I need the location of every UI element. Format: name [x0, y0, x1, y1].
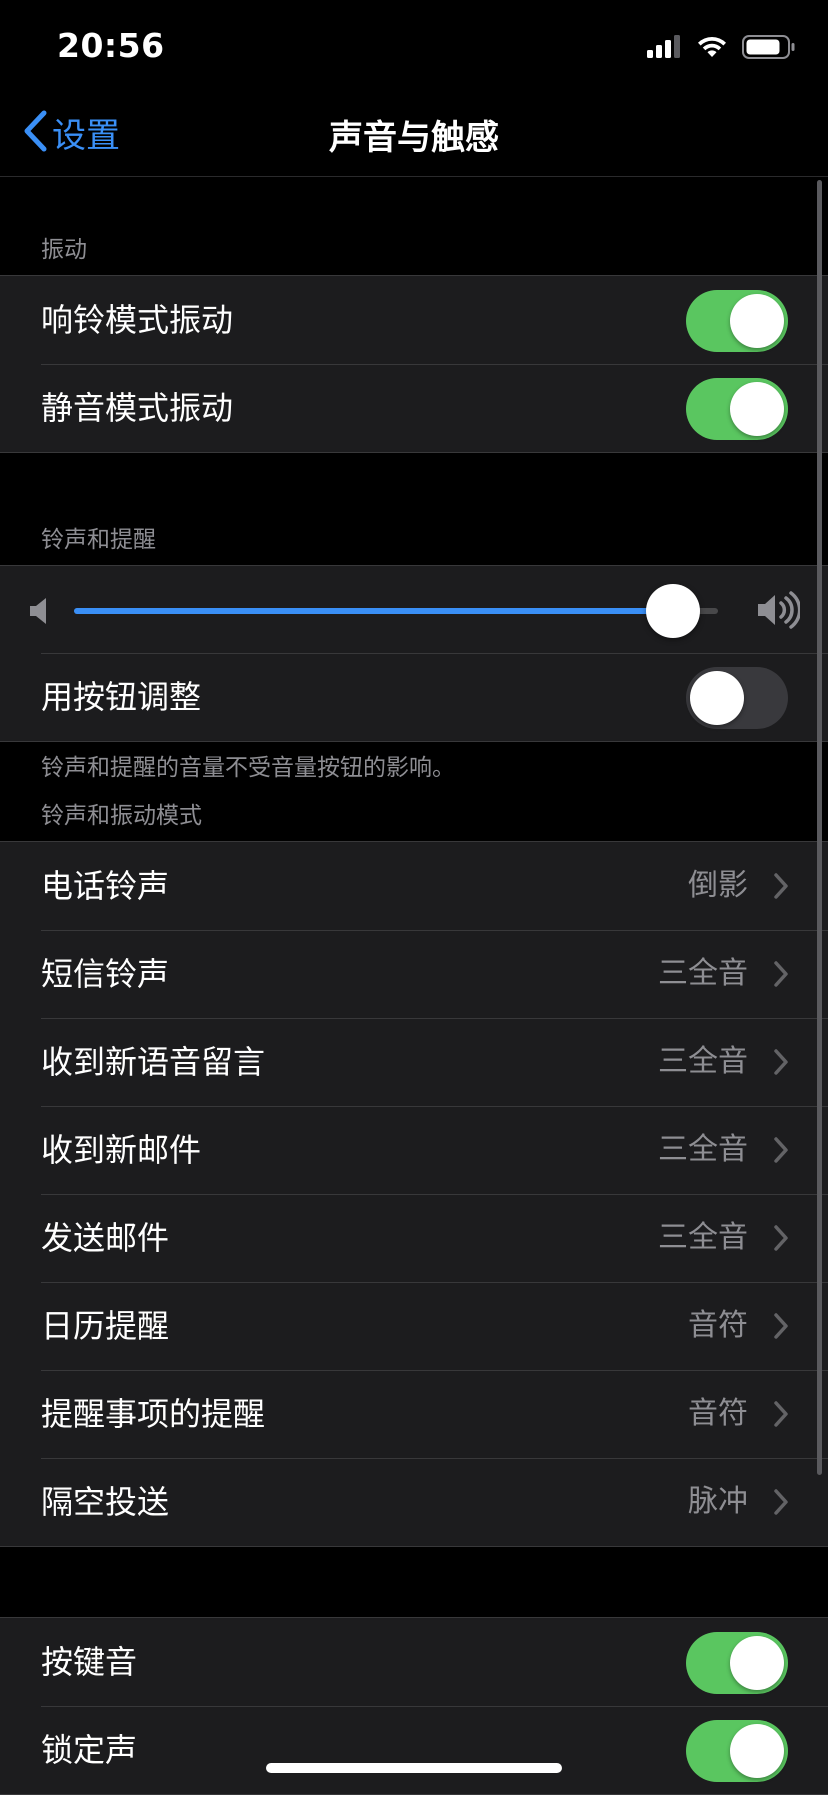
- row-label: 提醒事项的提醒: [41, 1395, 266, 1433]
- page-title: 声音与触感: [329, 118, 499, 158]
- row-new-mail[interactable]: 收到新邮件 三全音: [0, 1106, 828, 1194]
- volume-slider-row: [0, 566, 828, 653]
- row-ring-vibrate[interactable]: 响铃模式振动: [0, 276, 828, 364]
- chevron-right-icon: [774, 1401, 788, 1431]
- row-value: 三全音: [658, 956, 748, 991]
- home-indicator[interactable]: [266, 1763, 562, 1773]
- row-label: 收到新语音留言: [41, 1043, 266, 1081]
- chevron-right-icon: [774, 1137, 788, 1167]
- toggle-knob: [730, 382, 784, 436]
- row-label: 日历提醒: [41, 1307, 170, 1345]
- chevron-right-icon: [774, 1313, 788, 1343]
- row-value: 音符: [688, 1308, 748, 1343]
- row-label: 短信铃声: [41, 955, 170, 993]
- section-header-patterns: 铃声和振动模式: [41, 803, 202, 829]
- lock-sound-toggle[interactable]: [686, 1720, 788, 1782]
- battery-icon: [742, 34, 796, 64]
- speaker-high-icon: [756, 590, 802, 634]
- toggle-knob: [730, 1724, 784, 1778]
- chevron-right-icon: [774, 1049, 788, 1079]
- status-time: 20:56: [57, 26, 165, 65]
- row-label: 响铃模式振动: [41, 301, 234, 339]
- vibration-group: 响铃模式振动 静音模式振动: [0, 275, 828, 453]
- row-calendar-alerts[interactable]: 日历提醒 音符: [0, 1282, 828, 1370]
- signal-icon: [646, 34, 682, 64]
- row-value: 脉冲: [688, 1484, 748, 1519]
- row-label: 收到新邮件: [41, 1131, 202, 1169]
- row-value: 三全音: [658, 1220, 748, 1255]
- row-label: 按键音: [41, 1643, 138, 1681]
- settings-content: 振动 响铃模式振动 静音模式振动 铃声和提醒 用按钮调整 铃声和提醒的音量不受音…: [0, 177, 828, 1795]
- status-icons: [646, 34, 796, 64]
- row-keyboard-clicks[interactable]: 按键音: [0, 1618, 828, 1706]
- change-with-buttons-toggle[interactable]: [686, 667, 788, 729]
- status-bar: 20:56: [0, 0, 828, 100]
- row-label: 隔空投送: [41, 1483, 170, 1521]
- scrollbar[interactable]: [817, 180, 822, 1475]
- toggle-knob: [690, 671, 744, 725]
- silent-vibrate-toggle[interactable]: [686, 378, 788, 440]
- row-sent-mail[interactable]: 发送邮件 三全音: [0, 1194, 828, 1282]
- section-header-ringer: 铃声和提醒: [41, 527, 156, 553]
- row-reminder-alerts[interactable]: 提醒事项的提醒 音符: [0, 1370, 828, 1458]
- ringer-group: 用按钮调整: [0, 565, 828, 742]
- row-text-tone[interactable]: 短信铃声 三全音: [0, 930, 828, 1018]
- ringer-footer-note: 铃声和提醒的音量不受音量按钮的影响。: [41, 755, 455, 781]
- row-new-voicemail[interactable]: 收到新语音留言 三全音: [0, 1018, 828, 1106]
- patterns-group: 电话铃声 倒影 短信铃声 三全音 收到新语音留言 三全音 收到新邮件 三全音 发…: [0, 841, 828, 1547]
- chevron-right-icon: [774, 1489, 788, 1519]
- wifi-icon: [696, 35, 728, 63]
- toggle-knob: [730, 1636, 784, 1690]
- nav-bar: 设置 声音与触感: [0, 100, 828, 177]
- volume-slider-thumb[interactable]: [645, 584, 700, 638]
- volume-slider-fill: [74, 608, 673, 614]
- keyboard-clicks-toggle[interactable]: [686, 1632, 788, 1694]
- chevron-right-icon: [774, 873, 788, 903]
- row-airdrop[interactable]: 隔空投送 脉冲: [0, 1458, 828, 1546]
- row-label: 锁定声: [41, 1731, 138, 1769]
- row-change-with-buttons[interactable]: 用按钮调整: [0, 653, 828, 741]
- row-value: 三全音: [658, 1044, 748, 1079]
- row-value: 倒影: [688, 868, 748, 903]
- row-label: 发送邮件: [41, 1219, 170, 1257]
- section-header-vibration: 振动: [41, 237, 87, 263]
- row-ringtone[interactable]: 电话铃声 倒影: [0, 842, 828, 930]
- volume-slider[interactable]: [74, 584, 718, 638]
- row-lock-sound[interactable]: 锁定声: [0, 1706, 828, 1794]
- chevron-right-icon: [774, 961, 788, 991]
- row-label: 静音模式振动: [41, 389, 234, 427]
- speaker-low-icon: [28, 596, 50, 630]
- row-label: 用按钮调整: [41, 678, 202, 716]
- chevron-right-icon: [774, 1225, 788, 1255]
- toggle-knob: [730, 294, 784, 348]
- row-value: 三全音: [658, 1132, 748, 1167]
- row-silent-vibrate[interactable]: 静音模式振动: [0, 364, 828, 452]
- row-label: 电话铃声: [41, 867, 170, 905]
- ring-vibrate-toggle[interactable]: [686, 290, 788, 352]
- row-value: 音符: [688, 1396, 748, 1431]
